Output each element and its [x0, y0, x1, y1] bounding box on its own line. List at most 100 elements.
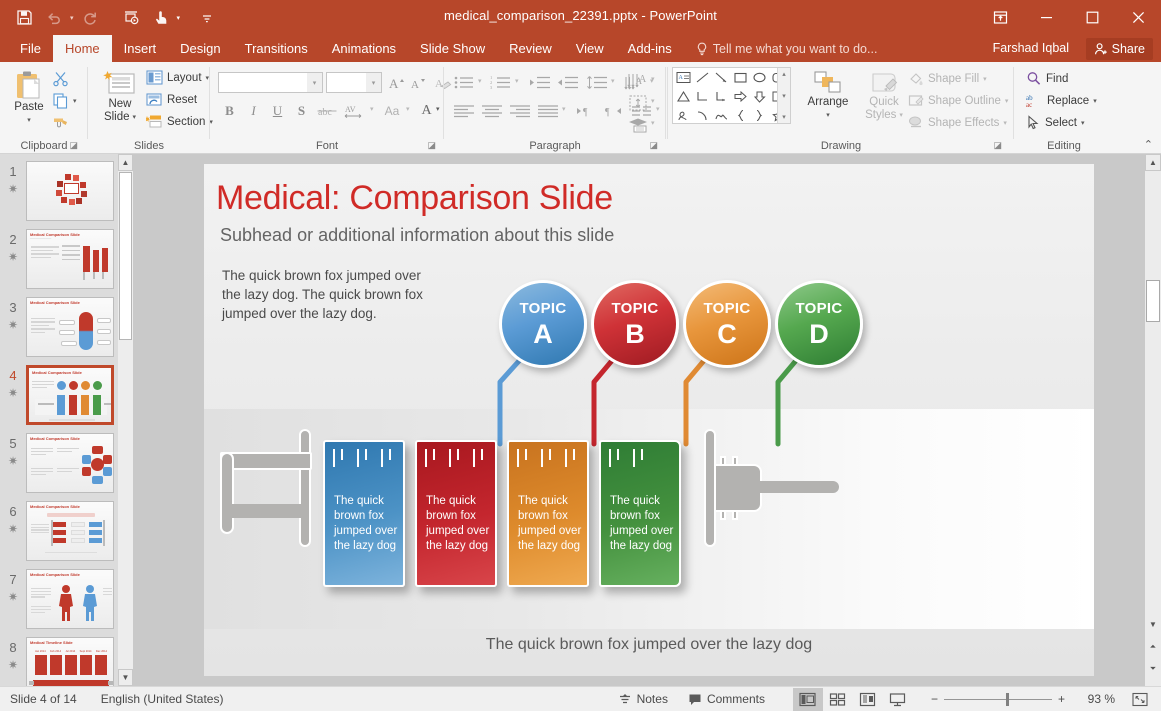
shape-effects-button[interactable]: Shape Effects ▾	[908, 115, 1007, 130]
section-button[interactable]: Section ▾	[146, 114, 213, 129]
ribbon-display-options-icon[interactable]	[977, 0, 1023, 35]
shape-outline-button[interactable]: Shape Outline ▾	[908, 93, 1008, 108]
new-slide-dropdown-icon[interactable]: ▾	[133, 111, 137, 124]
thumbnail-slide-7[interactable]: 7 ✷ Medical Comparison Slide	[0, 566, 133, 634]
tab-file[interactable]: File	[8, 35, 53, 62]
character-spacing-dropdown-icon[interactable]: ▾	[370, 105, 374, 113]
notes-button[interactable]: Notes	[608, 687, 678, 711]
arrange-button[interactable]: Arrange ▾	[802, 70, 854, 122]
bullets-dropdown-icon[interactable]: ▾	[478, 77, 482, 85]
drawing-dialog-launcher[interactable]: ◪	[993, 140, 1002, 151]
scroll-down-button[interactable]: ▼	[1145, 616, 1161, 633]
thumbnail-slide-6[interactable]: 6 ✷ Medical Comparison Slide	[0, 498, 133, 566]
rtl-text-direction-button[interactable]: ¶	[602, 100, 626, 121]
copy-button[interactable]: ▾	[52, 92, 77, 109]
line-shape-icon[interactable]	[693, 68, 712, 87]
quick-styles-button[interactable]: Quick Styles ▾	[858, 70, 910, 122]
tab-transitions[interactable]: Transitions	[233, 35, 320, 62]
numbering-button[interactable]: 123	[489, 72, 513, 93]
account-name[interactable]: Farshad Iqbal	[993, 35, 1069, 62]
zoom-slider[interactable]	[944, 687, 1052, 711]
align-center-button[interactable]	[480, 100, 504, 121]
paste-dropdown-icon[interactable]: ▾	[27, 114, 31, 127]
scroll-thumb[interactable]	[1146, 280, 1160, 322]
align-left-button[interactable]	[452, 100, 476, 121]
topic-card-a[interactable]: The quick brown fox jumped over the lazy…	[323, 440, 405, 587]
shapes-gallery-scrollbar[interactable]: ▴ ▾ ▾	[777, 68, 790, 123]
gallery-scroll-down-icon[interactable]: ▾	[782, 92, 786, 100]
align-text-dropdown-icon[interactable]: ▾	[651, 97, 655, 105]
shapes-gallery[interactable]: A	[672, 67, 791, 124]
tell-me-box[interactable]: Tell me what you want to do...	[684, 35, 878, 62]
italic-button[interactable]: I	[243, 100, 264, 121]
minimize-button[interactable]	[1023, 0, 1069, 35]
copy-dropdown-icon[interactable]: ▾	[73, 97, 77, 105]
down-arrow-shape-icon[interactable]	[750, 87, 769, 106]
text-box-shape-icon[interactable]: A	[674, 68, 693, 87]
zoom-out-button[interactable]: −	[925, 692, 944, 706]
curve-shape-icon[interactable]	[712, 106, 731, 125]
tab-add-ins[interactable]: Add-ins	[616, 35, 684, 62]
tab-animations[interactable]: Animations	[320, 35, 408, 62]
line-spacing-button[interactable]	[585, 72, 609, 93]
topic-circle-c[interactable]: TOPIC C	[683, 280, 771, 368]
clipboard-dialog-launcher[interactable]: ◪	[69, 140, 78, 151]
thumbnail-slide-2[interactable]: 2 ✷ Medical Comparison Slide ───────────…	[0, 226, 133, 294]
quick-styles-dropdown-icon[interactable]: ▾	[899, 109, 903, 122]
change-case-dropdown-icon[interactable]: ▾	[406, 105, 410, 113]
shape-fill-dropdown-icon[interactable]: ▾	[983, 75, 987, 83]
shape-effects-dropdown-icon[interactable]: ▾	[1003, 119, 1007, 127]
right-arrow-shape-icon[interactable]	[731, 87, 750, 106]
line-spacing-dropdown-icon[interactable]: ▾	[611, 77, 615, 85]
thumbnail-scrollbar[interactable]: ▲ ▼	[118, 154, 133, 686]
rectangle-shape-icon[interactable]	[731, 68, 750, 87]
comments-button[interactable]: Comments	[678, 687, 775, 711]
next-slide-button[interactable]: ⏷	[1145, 660, 1161, 677]
bold-button[interactable]: B	[219, 100, 240, 121]
fit-slide-to-window-button[interactable]	[1125, 688, 1155, 711]
elbow-arrow-connector-icon[interactable]	[712, 87, 731, 106]
justify-dropdown-icon[interactable]: ▾	[562, 105, 566, 113]
maximize-button[interactable]	[1069, 0, 1115, 35]
gallery-expand-icon[interactable]: ▾	[782, 113, 786, 121]
slide-thumbnail-pane[interactable]: 1 ✷ 2 ✷	[0, 154, 133, 686]
topic-circle-a[interactable]: TOPIC A	[499, 280, 587, 368]
decrease-indent-button[interactable]	[528, 72, 552, 93]
layout-button[interactable]: Layout ▾	[146, 70, 209, 85]
new-slide-button[interactable]: New Slide ▾	[96, 70, 144, 124]
topic-circle-b[interactable]: TOPIC B	[591, 280, 679, 368]
language-indicator[interactable]: English (United States)	[101, 692, 224, 706]
replace-dropdown-icon[interactable]: ▾	[1093, 97, 1097, 105]
tab-insert[interactable]: Insert	[112, 35, 169, 62]
left-brace-shape-icon[interactable]	[731, 106, 750, 125]
convert-to-smartart-button[interactable]	[627, 114, 649, 135]
increase-indent-button[interactable]	[556, 72, 580, 93]
oval-shape-icon[interactable]	[750, 68, 769, 87]
thumbnail-scroll-thumb[interactable]	[119, 172, 132, 340]
format-painter-button[interactable]	[52, 114, 70, 131]
strikethrough-button[interactable]: abc	[315, 100, 341, 121]
paste-button[interactable]: Paste ▾	[6, 70, 52, 127]
topic-card-b[interactable]: The quick brown fox jumped over the lazy…	[415, 440, 497, 587]
triangle-shape-icon[interactable]	[674, 87, 693, 106]
replace-button[interactable]: abac Replace ▾	[1026, 93, 1097, 108]
tab-home[interactable]: Home	[53, 35, 112, 62]
slide-counter[interactable]: Slide 4 of 14	[10, 692, 77, 706]
tab-review[interactable]: Review	[497, 35, 564, 62]
previous-slide-button[interactable]: ⏶	[1145, 638, 1161, 655]
tab-slide-show[interactable]: Slide Show	[408, 35, 497, 62]
reading-view-button[interactable]	[853, 688, 883, 711]
select-dropdown-icon[interactable]: ▾	[1081, 119, 1085, 127]
zoom-in-button[interactable]: +	[1052, 692, 1071, 706]
bullets-button[interactable]	[452, 72, 476, 93]
zoom-handle[interactable]	[1006, 693, 1009, 706]
tab-view[interactable]: View	[564, 35, 616, 62]
right-brace-shape-icon[interactable]	[750, 106, 769, 125]
elbow-connector-icon[interactable]	[693, 87, 712, 106]
topic-circle-d[interactable]: TOPIC D	[775, 280, 863, 368]
close-button[interactable]	[1115, 0, 1161, 35]
slide-area-scrollbar[interactable]: ▲ ▼ ⏶ ⏷	[1145, 154, 1161, 686]
text-shadow-button[interactable]: S	[291, 100, 312, 121]
zoom-level[interactable]: 93 %	[1071, 692, 1115, 706]
slide-editing-area[interactable]: Medical: Comparison Slide Subhead or add…	[133, 154, 1145, 686]
